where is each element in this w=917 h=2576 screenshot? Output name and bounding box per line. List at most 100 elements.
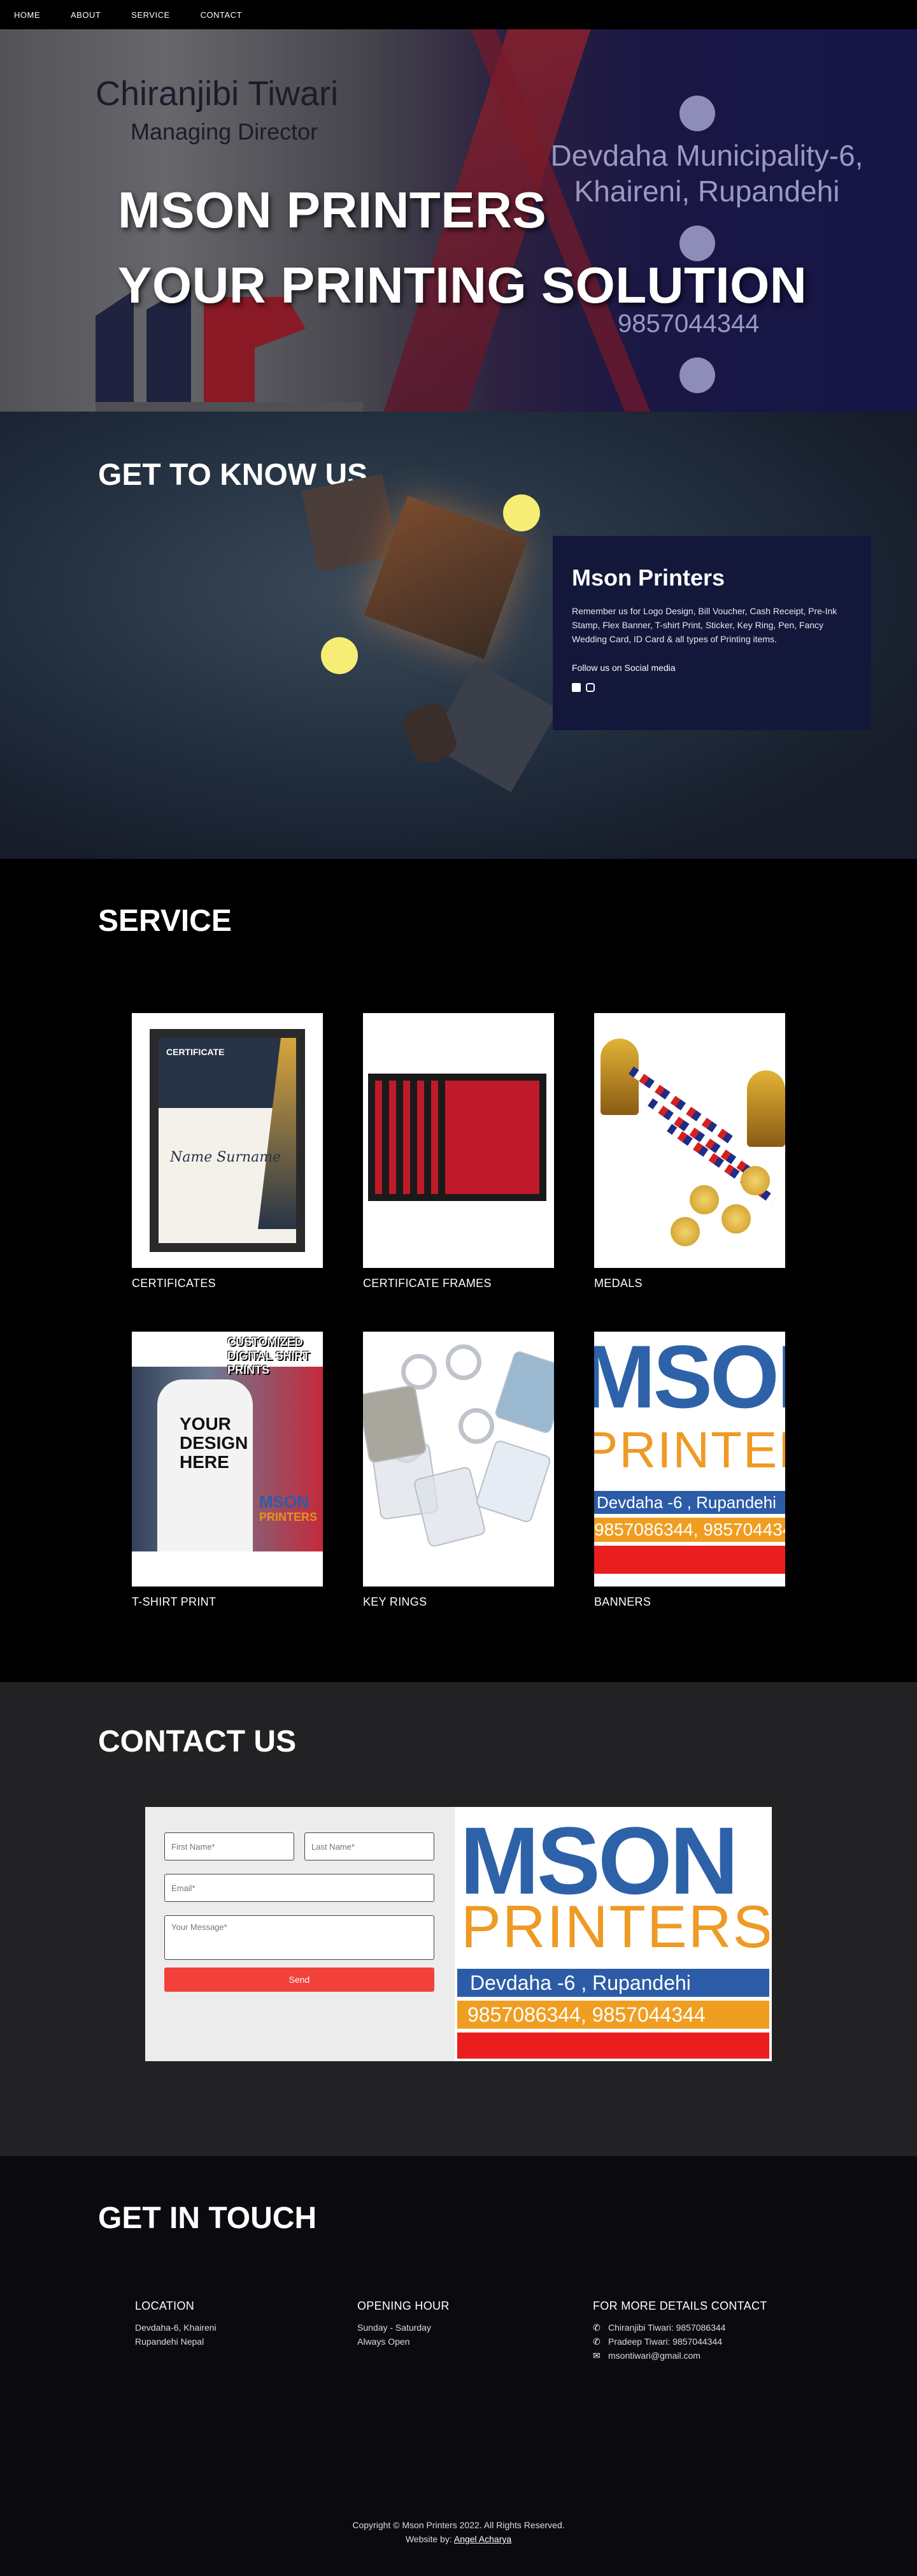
website-by-label: Website by: — [405, 2534, 452, 2544]
service-card-certificate-frames[interactable]: CERTIFICATE FRAMES — [363, 1013, 554, 1290]
service-label: BANNERS — [594, 1595, 651, 1608]
service-label: CERTIFICATES — [132, 1277, 216, 1290]
keyring-icon — [458, 1408, 494, 1444]
tshirt-top-text: CUSTOMIZED DIGITAL SHIRT PRINTS — [227, 1335, 310, 1376]
contact-form-card: Send MSON PRINTERS Devdaha -6 , Rupandeh… — [145, 1807, 772, 2061]
first-name-field[interactable] — [164, 1832, 294, 1860]
top-nav: HOME ABOUT SERVICE CONTACT — [0, 0, 917, 29]
contact-form: Send — [145, 1807, 455, 2061]
website-by: Website by: Angel Acharya — [0, 2532, 917, 2546]
medal-icon — [741, 1166, 770, 1195]
hours-line1: Sunday - Saturday — [357, 2322, 431, 2333]
hours-column: OPENING HOUR Sunday - Saturday Always Op… — [357, 2299, 450, 2349]
tshirt-brand-line2: PRINTERS — [259, 1511, 318, 1523]
medals-image — [594, 1013, 785, 1268]
phone-icon: ✆ — [593, 2336, 601, 2347]
nav-about[interactable]: ABOUT — [71, 10, 101, 20]
contact-banner-image: MSON PRINTERS Devdaha -6 , Rupandehi 985… — [455, 1807, 772, 2061]
key-rings-image — [363, 1332, 554, 1587]
hero-headline-1: MSON PRINTERS — [118, 182, 547, 238]
phone-icon: ✆ — [593, 2322, 601, 2333]
banners-image: MSON PRINTERS Devdaha -6 , Rupandehi 985… — [594, 1332, 785, 1587]
contact-banner-red-strip — [457, 2033, 769, 2059]
banner-line1: MSON — [594, 1332, 785, 1427]
certificate-frame: CERTIFICATE Name Surname — [150, 1029, 305, 1252]
tshirt-brand-line1: MSON — [259, 1492, 309, 1511]
touch-heading: GET IN TOUCH — [98, 2201, 317, 2235]
contact-2: Pradeep Tiwari: 9857044344 — [608, 2336, 723, 2347]
medal-icon — [671, 1217, 700, 1246]
service-heading: SERVICE — [98, 904, 232, 938]
footer: Copyright © Mson Printers 2022. All Righ… — [0, 2508, 917, 2576]
service-card-tshirt-print[interactable]: YOUR DESIGN HERE CUSTOMIZED DIGITAL SHIR… — [132, 1332, 323, 1609]
keyring-body — [363, 1384, 427, 1464]
nav-home[interactable]: HOME — [14, 10, 40, 20]
certificate-name: Name Surname — [170, 1149, 281, 1165]
last-name-field[interactable] — [304, 1832, 434, 1860]
contact-email[interactable]: msontiwari@gmail.com — [608, 2349, 700, 2363]
nav-service[interactable]: SERVICE — [131, 10, 169, 20]
medal-ribbon — [648, 1098, 757, 1179]
about-section: GET TO KNOW US Mson Printers Remember us… — [0, 412, 917, 859]
location-column: LOCATION Devdaha-6, Khaireni Rupandehi N… — [135, 2299, 217, 2349]
hero-address-line1: Devdaha Municipality-6, — [550, 139, 864, 172]
service-section: SERVICE CERTIFICATE Name Surname CERTIFI… — [0, 859, 917, 1682]
location-line1: Devdaha-6, Khaireni — [135, 2322, 217, 2333]
about-card-text: Remember us for Logo Design, Bill Vouche… — [572, 606, 837, 644]
nav-contact[interactable]: CONTACT — [201, 10, 242, 20]
contact-line: ✉ msontiwari@gmail.com — [593, 2349, 767, 2363]
location-line2: Rupandehi Nepal — [135, 2336, 204, 2347]
banner-line4: 9857086344, 9857044344 — [594, 1518, 785, 1542]
about-info-card: Mson Printers Remember us for Logo Desig… — [553, 536, 871, 730]
keyring-body — [474, 1439, 552, 1524]
follow-text: Follow us on Social media — [572, 663, 676, 673]
instagram-icon[interactable] — [586, 683, 595, 692]
hero-address-line2: Khaireni, Rupandehi — [574, 175, 840, 208]
contact-banner-line4: 9857086344, 9857044344 — [457, 2001, 769, 2029]
tshirt-design-text: YOUR DESIGN HERE — [180, 1414, 248, 1472]
contact-section: CONTACT US Send MSON PRINTERS Devdaha -6… — [0, 1682, 917, 2156]
contact-banner-line2: PRINTERS — [461, 1893, 772, 1960]
hours-line2: Always Open — [357, 2336, 410, 2347]
contact-line: ✆ Pradeep Tiwari: 9857044344 — [593, 2335, 767, 2349]
service-label: T-SHIRT PRINT — [132, 1595, 217, 1608]
hero-address: Devdaha Municipality-6, Khaireni, Rupand… — [535, 138, 879, 209]
email-icon — [679, 357, 715, 393]
message-field[interactable] — [164, 1915, 434, 1960]
certificate-image: CERTIFICATE Name Surname — [132, 1013, 323, 1268]
trophy-icon — [747, 1070, 785, 1147]
certificate-frames-image — [363, 1013, 554, 1268]
hero-section: Chiranjibi Tiwari Managing Director Devd… — [0, 29, 917, 412]
location-icon — [679, 96, 715, 131]
author-link[interactable]: Angel Acharya — [454, 2534, 511, 2544]
service-label: MEDALS — [594, 1277, 643, 1290]
tshirt-brand: MSON PRINTERS — [259, 1492, 318, 1525]
service-card-banners[interactable]: MSON PRINTERS Devdaha -6 , Rupandehi 985… — [594, 1332, 785, 1609]
details-column: FOR MORE DETAILS CONTACT ✆ Chiranjibi Tiw… — [593, 2299, 767, 2363]
facebook-icon[interactable] — [572, 683, 581, 692]
banner-graphic: MSON PRINTERS Devdaha -6 , Rupandehi 985… — [594, 1332, 785, 1587]
keyring-body — [494, 1349, 554, 1435]
decor-ball — [503, 494, 540, 531]
service-card-key-rings[interactable]: KEY RINGS — [363, 1332, 554, 1609]
service-card-certificates[interactable]: CERTIFICATE Name Surname CERTIFICATES — [132, 1013, 323, 1290]
frame-front — [438, 1074, 546, 1201]
tshirt-image: YOUR DESIGN HERE CUSTOMIZED DIGITAL SHIR… — [132, 1332, 323, 1587]
keyring-icon — [446, 1344, 481, 1380]
banner-red-strip — [594, 1546, 785, 1574]
location-title: LOCATION — [135, 2299, 195, 2312]
contact-heading: CONTACT US — [98, 1725, 297, 1759]
envelope-icon: ✉ — [593, 2350, 601, 2361]
contact-banner-line3: Devdaha -6 , Rupandehi — [457, 1969, 769, 1997]
tshirt-scene: YOUR DESIGN HERE CUSTOMIZED DIGITAL SHIR… — [132, 1335, 323, 1551]
medal-icon — [690, 1185, 719, 1214]
send-button[interactable]: Send — [164, 1968, 434, 1992]
details-title: FOR MORE DETAILS CONTACT — [593, 2299, 767, 2312]
service-card-medals[interactable]: MEDALS — [594, 1013, 785, 1290]
certificate-paper: CERTIFICATE Name Surname — [159, 1038, 296, 1243]
hero-owner-name: Chiranjibi Tiwari — [96, 75, 339, 113]
email-field[interactable] — [164, 1874, 434, 1902]
name-row — [164, 1832, 436, 1860]
about-card-title: Mson Printers — [572, 565, 725, 591]
keyring-body — [413, 1465, 487, 1548]
